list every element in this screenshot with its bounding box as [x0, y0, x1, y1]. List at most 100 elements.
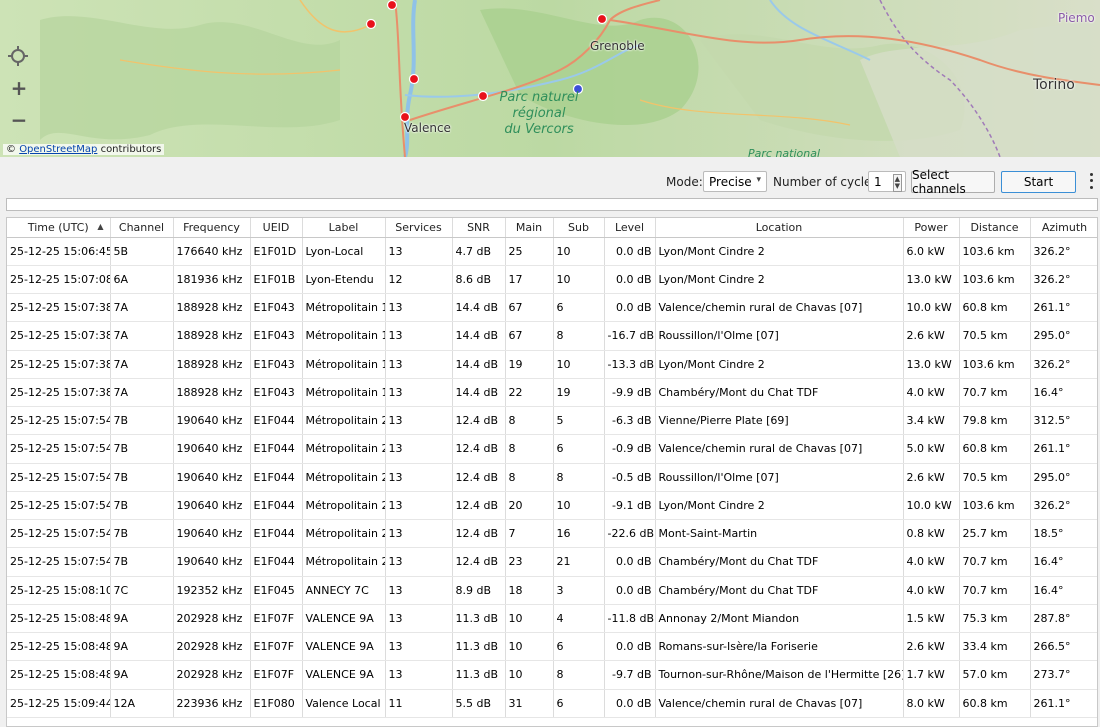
column-header[interactable]: Time (UTC) ▲: [7, 218, 111, 238]
cell-snr: 14.4 dB: [452, 350, 506, 379]
cell-time: 25-12-25 15:07:38: [7, 292, 111, 323]
cell-power: 13.0 kW: [903, 264, 960, 295]
cell-label: Valence Local 1: [302, 688, 386, 718]
chevron-down-icon: ▾: [756, 175, 761, 185]
cell-snr: 11.3 dB: [452, 603, 506, 634]
cell-level: -9.7 dB: [604, 660, 656, 690]
cell-services: 13: [385, 575, 453, 605]
cell-freq: 181936 kHz: [173, 264, 251, 295]
cell-power: 2.6 kW: [903, 632, 960, 662]
spin-arrows-icon[interactable]: ▲ ▼: [892, 174, 902, 192]
column-header[interactable]: Power: [903, 218, 960, 238]
cell-distance: 70.7 km: [959, 547, 1031, 577]
cell-channel: 9A: [110, 632, 174, 662]
cell-sub: 6: [553, 688, 605, 718]
cell-main: 67: [505, 321, 554, 351]
mode-select[interactable]: Precise ▾: [703, 171, 767, 192]
cell-services: 13: [385, 547, 453, 577]
cell-azimuth: 326.2°: [1030, 491, 1097, 521]
table-row[interactable]: 25-12-25 15:08:10 7C 192352 kHz E1F045 ANNEC…: [7, 575, 1097, 605]
cell-level: -0.9 dB: [604, 434, 656, 464]
cycles-spinbox[interactable]: 1 ▲ ▼: [868, 171, 906, 192]
cell-location: Chambéry/Mont du Chat TDF: [655, 575, 904, 605]
cell-distance: 103.6 km: [959, 264, 1031, 295]
cell-label: Métropolitain 2: [302, 405, 386, 436]
cell-freq: 190640 kHz: [173, 547, 251, 577]
cell-ueid: E1F043: [250, 350, 303, 379]
cell-distance: 103.6 km: [959, 491, 1031, 521]
column-header[interactable]: Frequency: [173, 218, 251, 238]
cell-channel: 7B: [110, 434, 174, 464]
crosshair-icon: [8, 46, 28, 66]
cell-sub: 19: [553, 378, 605, 408]
cell-services: 13: [385, 405, 453, 436]
results-table[interactable]: Time (UTC) ▲ Channel Frequency UEID Label Serv…: [6, 217, 1098, 727]
select-channels-button[interactable]: Select channels: [911, 168, 995, 196]
cell-freq: 190640 kHz: [173, 405, 251, 436]
cell-time: 25-12-25 15:08:10: [7, 575, 111, 605]
column-header[interactable]: Sub: [553, 218, 605, 238]
map-view[interactable]: Grenoble Valence Torino Piemo Parc natur…: [0, 0, 1100, 157]
table-row[interactable]: 25-12-25 15:09:44 12A 223936 kHz E1F080 Vale…: [7, 688, 1097, 718]
table-row[interactable]: 25-12-25 15:06:45 5B 176640 kHz E1F01D Lyon-…: [7, 237, 1097, 266]
locate-button[interactable]: [8, 46, 30, 68]
cell-power: 6.0 kW: [903, 237, 960, 266]
cell-sub: 8: [553, 321, 605, 351]
table-row[interactable]: 25-12-25 15:07:38 7A 188928 kHz E1F043 Métro…: [7, 350, 1097, 379]
table-row[interactable]: 25-12-25 15:07:38 7A 188928 kHz E1F043 Métro…: [7, 292, 1097, 323]
cell-azimuth: 261.1°: [1030, 434, 1097, 464]
cell-snr: 11.3 dB: [452, 632, 506, 662]
cell-freq: 188928 kHz: [173, 378, 251, 408]
column-header[interactable]: Distance: [959, 218, 1031, 238]
cell-label: Métropolitain 2: [302, 547, 386, 577]
cell-sub: 10: [553, 264, 605, 295]
cell-time: 25-12-25 15:07:54: [7, 434, 111, 464]
table-row[interactable]: 25-12-25 15:07:54 7B 190640 kHz E1F044 Métro…: [7, 491, 1097, 521]
more-options-icon[interactable]: [1086, 171, 1096, 191]
table-row[interactable]: 25-12-25 15:07:54 7B 190640 kHz E1F044 Métro…: [7, 547, 1097, 577]
table-row[interactable]: 25-12-25 15:07:54 7B 190640 kHz E1F044 Métro…: [7, 463, 1097, 492]
cell-label: VALENCE 9A: [302, 632, 386, 662]
cell-time: 25-12-25 15:07:54: [7, 491, 111, 521]
column-header[interactable]: Services: [385, 218, 453, 238]
column-header[interactable]: Azimuth: [1030, 218, 1097, 238]
cell-channel: 5B: [110, 237, 174, 266]
table-row[interactable]: 25-12-25 15:07:54 7B 190640 kHz E1F044 Métro…: [7, 519, 1097, 549]
cell-power: 2.6 kW: [903, 321, 960, 351]
column-header[interactable]: Channel: [110, 218, 174, 238]
column-header[interactable]: Level: [604, 218, 656, 238]
table-row[interactable]: 25-12-25 15:07:54 7B 190640 kHz E1F044 Métro…: [7, 405, 1097, 436]
table-row[interactable]: 25-12-25 15:07:38 7A 188928 kHz E1F043 Métro…: [7, 321, 1097, 351]
table-row[interactable]: 25-12-25 15:08:48 9A 202928 kHz E1F07F VALEN…: [7, 660, 1097, 690]
table-row[interactable]: 25-12-25 15:08:48 9A 202928 kHz E1F07F VALEN…: [7, 603, 1097, 634]
cell-time: 25-12-25 15:08:48: [7, 632, 111, 662]
table-row[interactable]: 25-12-25 15:07:54 7B 190640 kHz E1F044 Métro…: [7, 434, 1097, 464]
park-label-vercors: Parc naturel régional du Vercors: [499, 90, 579, 137]
cell-channel: 7A: [110, 292, 174, 323]
cell-distance: 57.0 km: [959, 660, 1031, 690]
table-row[interactable]: 25-12-25 15:08:48 9A 202928 kHz E1F07F VALEN…: [7, 632, 1097, 662]
start-button[interactable]: Start: [1001, 171, 1076, 193]
map-attribution: © OpenStreetMap contributors: [3, 144, 165, 155]
cell-azimuth: 295.0°: [1030, 463, 1097, 492]
cell-label: Métropolitain 2: [302, 434, 386, 464]
column-header[interactable]: SNR: [452, 218, 506, 238]
cell-snr: 14.4 dB: [452, 321, 506, 351]
cell-level: -13.3 dB: [604, 350, 656, 379]
column-header[interactable]: Main: [505, 218, 554, 238]
zoom-in-button[interactable]: +: [8, 76, 30, 100]
cell-location: Chambéry/Mont du Chat TDF: [655, 547, 904, 577]
column-header[interactable]: Label: [302, 218, 386, 238]
cell-services: 13: [385, 491, 453, 521]
openstreetmap-link[interactable]: OpenStreetMap: [19, 144, 97, 155]
cell-power: 4.0 kW: [903, 378, 960, 408]
column-header[interactable]: Location: [655, 218, 904, 238]
column-header[interactable]: UEID: [250, 218, 303, 238]
table-row[interactable]: 25-12-25 15:07:08 6A 181936 kHz E1F01B Lyon-…: [7, 264, 1097, 295]
cell-freq: 190640 kHz: [173, 491, 251, 521]
cell-snr: 8.9 dB: [452, 575, 506, 605]
zoom-out-button[interactable]: −: [8, 108, 30, 132]
cell-services: 13: [385, 519, 453, 549]
cell-sub: 6: [553, 434, 605, 464]
table-row[interactable]: 25-12-25 15:07:38 7A 188928 kHz E1F043 Métro…: [7, 378, 1097, 408]
